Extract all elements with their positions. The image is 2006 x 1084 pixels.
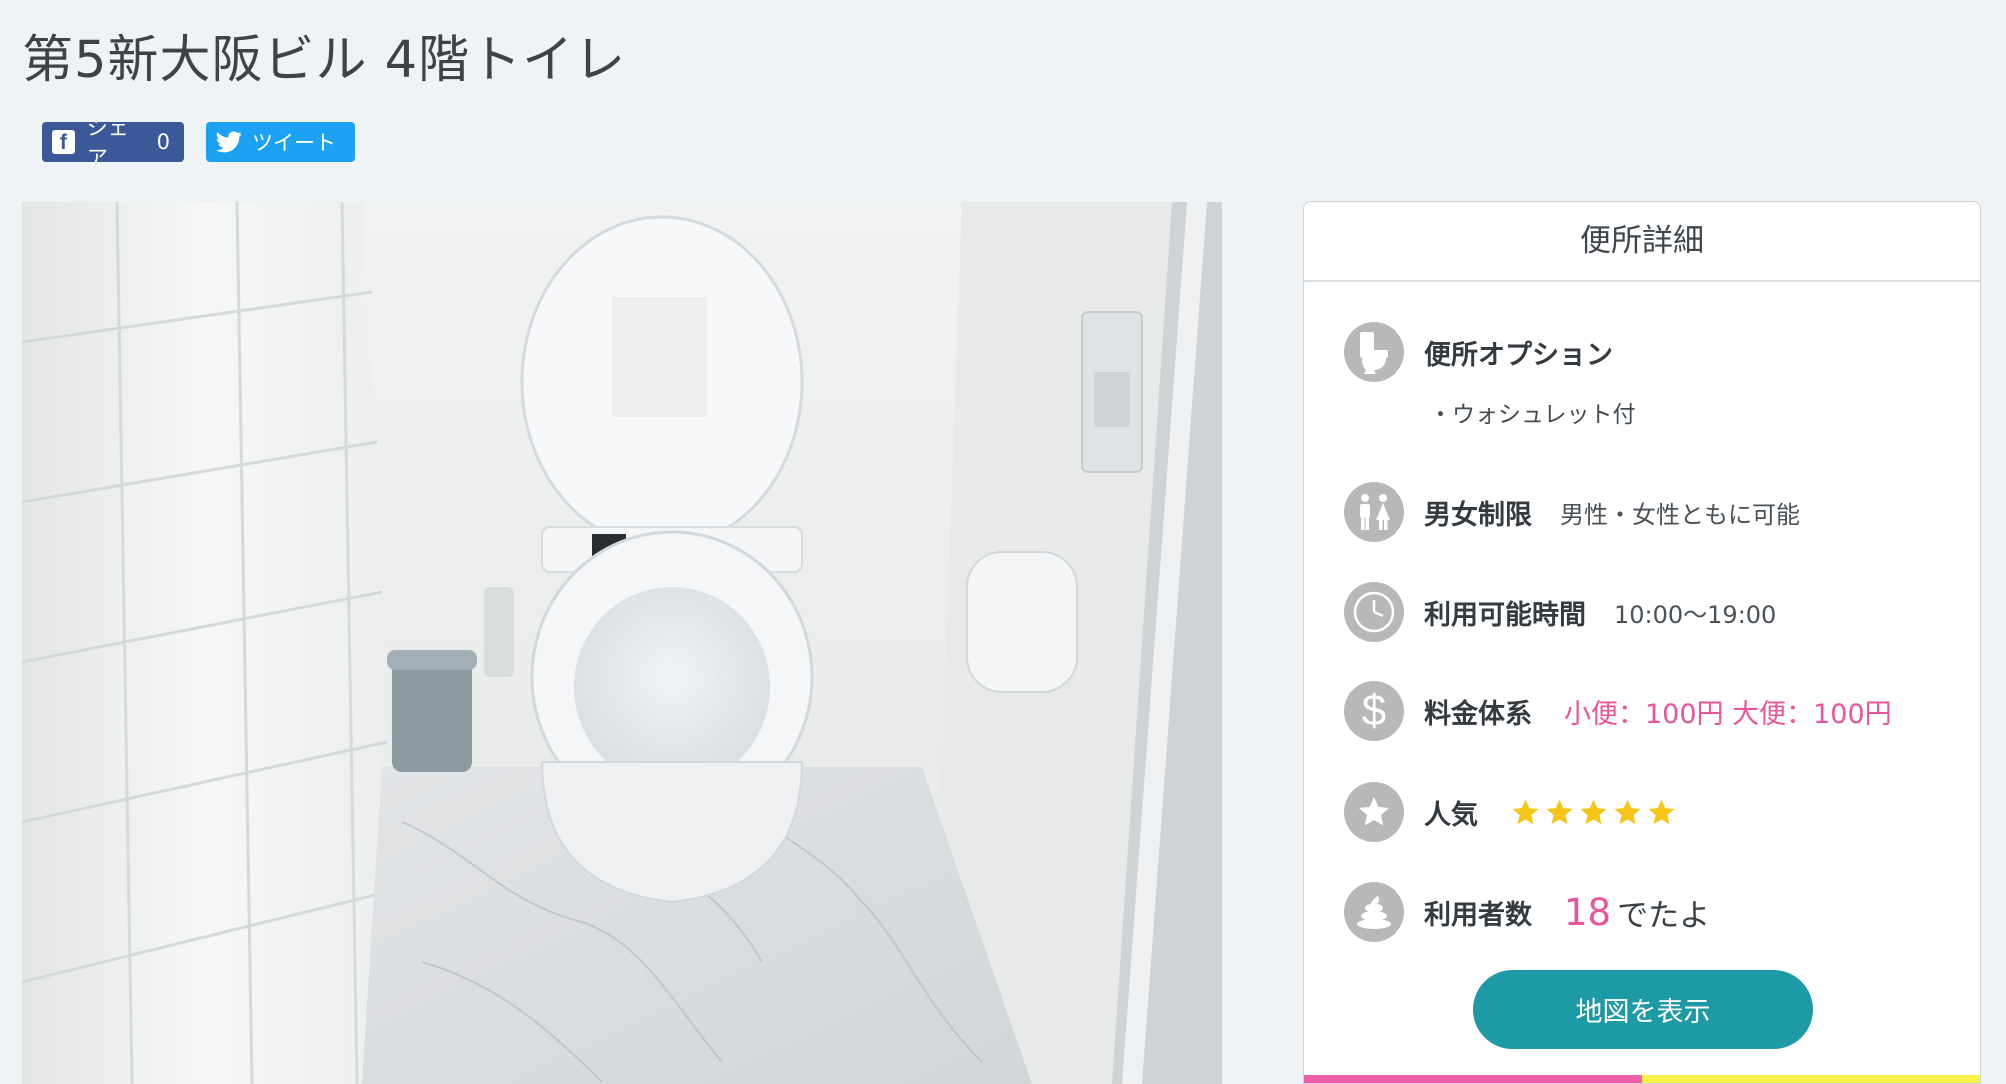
price-label: 料金体系	[1424, 698, 1532, 730]
hours-row: 利用可能時間 10:00〜19:00	[1344, 582, 1776, 642]
facebook-icon: f	[52, 130, 75, 154]
detail-card-header: 便所詳細	[1304, 202, 1980, 282]
toilet-detail-card: 便所詳細 便所オプション ・ウォシュレット付 男女制限 男性・女性ともに可能 利…	[1303, 201, 1981, 1084]
users-count-suffix: でたよ	[1617, 897, 1711, 934]
strip-yellow	[1642, 1075, 1980, 1083]
popularity-label: 人気	[1424, 799, 1478, 831]
rating-star	[1546, 799, 1573, 824]
options-row: 便所オプション	[1344, 322, 1613, 382]
clock-icon	[1344, 582, 1404, 642]
options-label: 便所オプション	[1424, 339, 1613, 371]
gender-value: 男性・女性ともに可能	[1560, 500, 1800, 529]
toilet-icon	[1344, 322, 1404, 382]
hours-value: 10:00〜19:00	[1614, 600, 1777, 629]
rating-star	[1614, 799, 1641, 824]
show-map-button[interactable]: 地図を表示	[1473, 970, 1813, 1049]
users-row: 利用者数 18 でたよ	[1344, 882, 1710, 942]
facebook-share-label: シェア	[86, 116, 129, 170]
gender-row: 男女制限 男性・女性ともに可能	[1344, 482, 1800, 542]
star-icon	[1344, 782, 1404, 842]
tweet-button[interactable]: ツイート	[206, 122, 355, 162]
toilet-photo-image	[22, 202, 1222, 1084]
facebook-share-count: 0	[156, 130, 170, 154]
share-buttons: f シェア 0 ツイート	[42, 116, 355, 170]
popularity-row: 人気	[1344, 782, 1677, 842]
twitter-bird-icon	[216, 131, 242, 153]
dollar-icon: $	[1344, 681, 1404, 741]
price-value: 小便：100円 大便：100円	[1564, 698, 1892, 730]
toilet-photo	[22, 202, 1222, 1084]
users-label: 利用者数	[1424, 899, 1532, 931]
poop-icon	[1344, 882, 1404, 942]
rating-star	[1648, 799, 1675, 824]
strip-pink	[1304, 1075, 1642, 1083]
gender-label: 男女制限	[1424, 499, 1532, 531]
users-count: 18	[1564, 890, 1612, 934]
rating-star	[1580, 799, 1607, 824]
page-title: 第5新大阪ビル 4階トイレ	[22, 31, 627, 90]
facebook-share-button[interactable]: f シェア 0	[42, 116, 184, 170]
popularity-stars	[1510, 797, 1677, 828]
price-row: $ 料金体系 小便：100円 大便：100円	[1344, 681, 1892, 741]
option-item: ・ウォシュレット付	[1429, 402, 1636, 428]
tweet-label: ツイート	[252, 131, 336, 155]
rating-star	[1512, 799, 1539, 824]
hours-label: 利用可能時間	[1424, 599, 1586, 631]
bottom-color-strip	[1304, 1075, 1980, 1083]
restroom-people-icon	[1344, 482, 1404, 542]
